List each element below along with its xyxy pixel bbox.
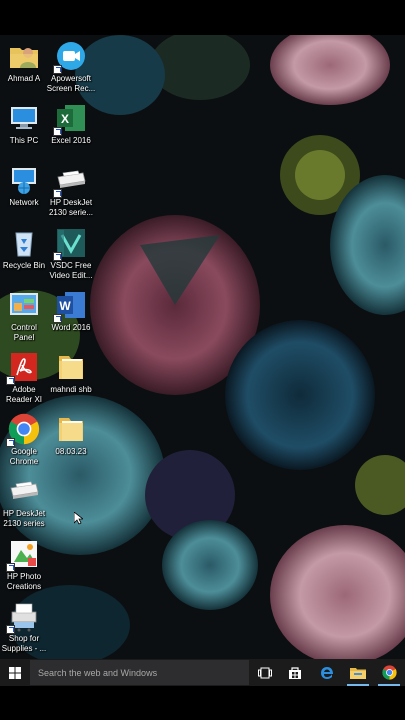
store-icon bbox=[289, 666, 301, 679]
shortcut-arrow-icon bbox=[53, 189, 62, 199]
shortcut-arrow-icon bbox=[53, 251, 62, 261]
excel-icon: X bbox=[53, 102, 87, 137]
shortcut-arrow-icon bbox=[53, 65, 62, 74]
desktop-shortcut[interactable]: HP Photo Creations bbox=[0, 538, 49, 592]
start-button[interactable] bbox=[0, 659, 30, 686]
desktop-shortcut[interactable]: Control Panel bbox=[0, 289, 49, 343]
chrome-icon bbox=[6, 413, 40, 448]
edge-icon bbox=[321, 666, 333, 679]
network-icon bbox=[8, 164, 40, 196]
file-explorer-button[interactable] bbox=[343, 659, 373, 686]
letterbox-bottom bbox=[0, 686, 405, 720]
chrome-taskbar-button[interactable] bbox=[374, 659, 404, 686]
desktop-icon-label: Network bbox=[9, 198, 39, 208]
desktop-shortcut[interactable]: Recycle Bin bbox=[0, 227, 49, 271]
mouse-pointer-icon bbox=[73, 511, 85, 530]
desktop-icon-label: VSDC Free Video Edit... bbox=[49, 260, 93, 280]
search-placeholder: Search the web and Windows bbox=[38, 667, 158, 678]
apowersoft-icon bbox=[53, 40, 87, 74]
store-button[interactable] bbox=[280, 659, 310, 686]
task-view-icon bbox=[258, 667, 272, 678]
desktop-shortcut[interactable]: This PC bbox=[0, 102, 49, 146]
hp-photo-icon bbox=[6, 538, 40, 572]
folder-icon bbox=[55, 413, 87, 445]
desktop[interactable]: Ahmad A Apowersoft Screen Rec... This PC X E… bbox=[0, 35, 405, 659]
svg-text:W: W bbox=[59, 299, 71, 313]
desktop-shortcut[interactable]: mahndi shb bbox=[46, 351, 96, 395]
desktop-shortcut[interactable]: VSDC Free Video Edit... bbox=[46, 227, 96, 281]
desktop-shortcut[interactable]: Ahmad A bbox=[0, 40, 49, 84]
desktop-icon-label: Word 2016 bbox=[51, 322, 91, 332]
file-explorer-icon bbox=[350, 668, 366, 679]
adobe-reader-icon bbox=[6, 351, 40, 385]
shortcut-arrow-icon bbox=[6, 562, 15, 572]
desktop-shortcut[interactable]: HP DeskJet 2130 serie... bbox=[46, 164, 96, 218]
shortcut-arrow-icon bbox=[53, 313, 62, 323]
desktop-shortcut[interactable]: W Word 2016 bbox=[46, 289, 96, 333]
desktop-icon-label: mahndi shb bbox=[50, 385, 92, 394]
desktop-icon-label: 08.03.23 bbox=[55, 447, 87, 457]
desktop-icon-label: HP DeskJet 2130 serie... bbox=[48, 198, 94, 218]
desktop-icon-label: Adobe Reader XI bbox=[5, 385, 43, 404]
desktop-shortcut[interactable]: X Excel 2016 bbox=[46, 102, 96, 146]
chrome-icon bbox=[381, 665, 397, 680]
desktop-shortcut[interactable]: HP DeskJet 2130 series bbox=[0, 475, 49, 529]
recycle-bin-icon bbox=[8, 227, 40, 259]
user-folder-icon bbox=[8, 40, 40, 72]
desktop-shortcut[interactable]: Adobe Reader XI bbox=[0, 351, 49, 405]
desktop-icon-label: Apowersoft Screen Rec... bbox=[46, 74, 96, 93]
printer-icon bbox=[8, 475, 40, 507]
desktop-icon-label: Control Panel bbox=[11, 322, 37, 342]
desktop-shortcut[interactable]: Apowersoft Screen Rec... bbox=[46, 40, 96, 94]
desktop-shortcut[interactable]: Shop for Supplies - ... bbox=[0, 600, 49, 654]
edge-button[interactable] bbox=[312, 659, 342, 686]
shortcut-arrow-icon bbox=[6, 376, 15, 385]
desktop-icon-label: HP DeskJet 2130 series bbox=[2, 509, 46, 529]
desktop-shortcut[interactable]: Network bbox=[0, 164, 49, 208]
windows-logo-icon bbox=[9, 666, 21, 679]
search-box[interactable]: Search the web and Windows bbox=[30, 660, 249, 685]
printer-icon bbox=[53, 164, 87, 199]
desktop-icon-label: Recycle Bin bbox=[2, 260, 46, 270]
vsdc-icon bbox=[53, 227, 87, 261]
taskbar: Search the web and Windows bbox=[0, 659, 405, 686]
shortcut-arrow-icon bbox=[53, 127, 62, 137]
desktop-shortcut[interactable]: Google Chrome bbox=[0, 413, 49, 467]
desktop-icon-label: Ahmad A bbox=[7, 74, 41, 83]
desktop-icon-label: Shop for Supplies - ... bbox=[1, 633, 47, 653]
folder-icon bbox=[55, 351, 87, 383]
svg-text:X: X bbox=[61, 112, 69, 126]
this-pc-icon bbox=[8, 102, 40, 134]
desktop-icon-label: HP Photo Creations bbox=[6, 571, 42, 591]
desktop-icon-label: This PC bbox=[9, 136, 39, 146]
control-panel-icon bbox=[8, 289, 40, 321]
word-icon: W bbox=[53, 289, 87, 323]
shortcut-arrow-icon bbox=[6, 438, 15, 448]
shortcut-arrow-icon bbox=[6, 624, 15, 634]
desktop-shortcut[interactable]: 08.03.23 bbox=[46, 413, 96, 457]
shop-supplies-icon bbox=[6, 600, 40, 634]
desktop-icon-label: Excel 2016 bbox=[51, 136, 91, 146]
desktop-icon-label: Google Chrome bbox=[9, 447, 39, 467]
task-view-button[interactable] bbox=[250, 659, 280, 686]
